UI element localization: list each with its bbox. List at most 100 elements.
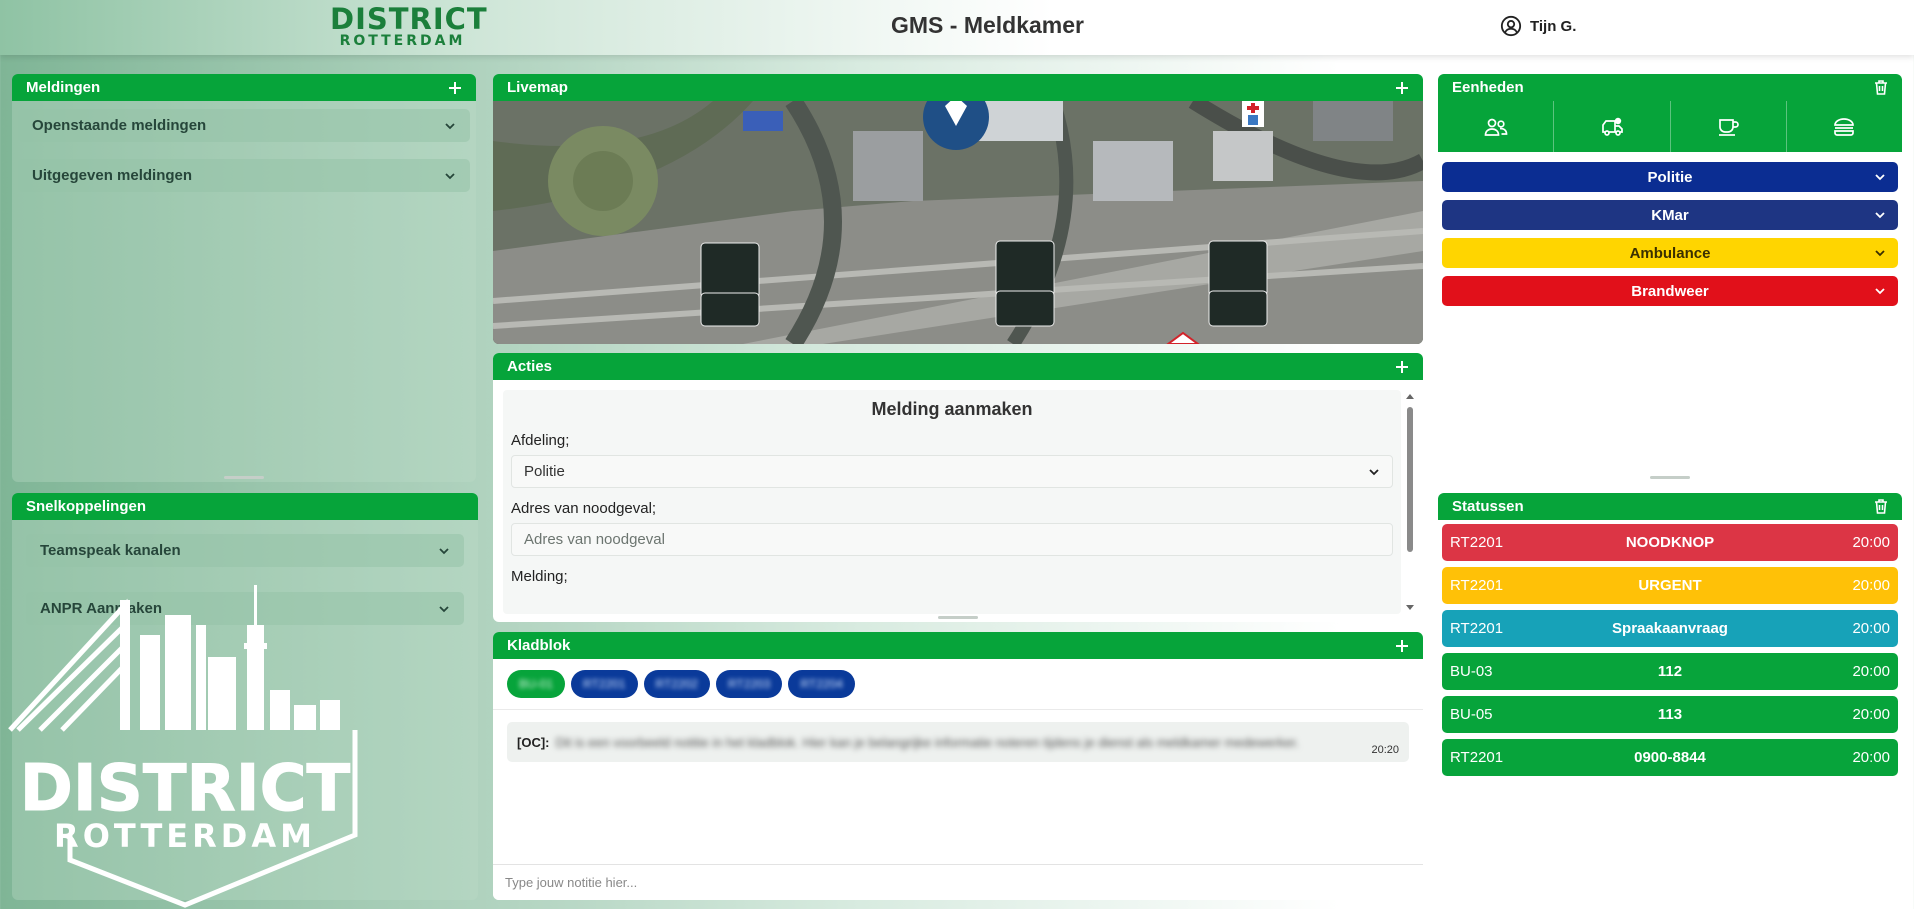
tab-burger[interactable] [1787, 101, 1902, 152]
status-row[interactable]: BU-03 112 20:00 [1442, 653, 1898, 690]
accordion-label: Uitgegeven meldingen [32, 167, 193, 184]
status-code: RT2201 [1450, 577, 1504, 594]
chevron-down-icon [445, 172, 455, 179]
resize-handle[interactable] [938, 616, 978, 619]
acties-panel: Acties Melding aanmaken Afdeling; Politi… [493, 353, 1423, 622]
unit-bar-ambulance[interactable]: Ambulance [1442, 238, 1898, 268]
chevron-down-icon [1369, 468, 1379, 475]
satellite-map-image [493, 101, 1423, 344]
chevron-down-icon [439, 547, 449, 554]
adres-input[interactable]: Adres van noodgeval [511, 523, 1393, 556]
snelkoppelingen-header: Snelkoppelingen [12, 493, 478, 520]
note-text: Dit is een voorbeeld notitie in het klad… [555, 734, 1300, 750]
tab-coffee[interactable] [1671, 101, 1787, 152]
status-code: BU-03 [1450, 663, 1493, 680]
status-row[interactable]: RT2201 NOODKNOP 20:00 [1442, 524, 1898, 561]
status-time: 20:00 [1852, 706, 1890, 723]
accordion-label: Teamspeak kanalen [40, 542, 181, 559]
unit-bar-politie[interactable]: Politie [1442, 162, 1898, 192]
melding-aanmaken-form: Melding aanmaken Afdeling; Politie Adres… [503, 390, 1401, 614]
top-header: DISTRICT ROTTERDAM GMS - Meldkamer Tijn … [0, 0, 1914, 55]
status-row[interactable]: RT2201 Spraakaanvraag 20:00 [1442, 610, 1898, 647]
afdeling-select[interactable]: Politie [511, 455, 1393, 488]
note-input[interactable]: Type jouw notitie hier... [493, 864, 1423, 900]
page-title: GMS - Meldkamer [891, 12, 1084, 38]
status-time: 20:00 [1852, 620, 1890, 637]
chevron-down-icon [439, 605, 449, 612]
user-circle-icon [1500, 15, 1522, 37]
eenheden-title: Eenheden [1452, 79, 1524, 96]
scrollbar-thumb[interactable] [1407, 407, 1413, 552]
adres-placeholder: Adres van noodgeval [524, 531, 665, 548]
add-actie-button[interactable] [1393, 358, 1411, 376]
note-input-placeholder: Type jouw notitie hier... [505, 875, 638, 890]
unit-chip[interactable]: RT2201 [571, 670, 638, 698]
unit-label: Ambulance [1629, 244, 1711, 262]
unit-chip[interactable]: RT2202 [643, 670, 710, 698]
unit-label: KMar [1651, 206, 1689, 224]
tab-users[interactable] [1438, 101, 1555, 152]
kladblok-title: Kladblok [507, 637, 571, 654]
coffee-icon [1719, 118, 1739, 136]
status-message: 113 [1657, 706, 1683, 723]
unit-list: Politie KMar Ambulance Brandweer [1438, 162, 1902, 306]
status-row[interactable]: RT2201 URGENT 20:00 [1442, 567, 1898, 604]
status-list: RT2201 NOODKNOP 20:00 RT2201 URGENT 20:0… [1438, 520, 1902, 900]
unit-chip[interactable]: RT2204 [788, 670, 855, 698]
kladblok-header: Kladblok [493, 632, 1423, 659]
unit-bar-kmar[interactable]: KMar [1442, 200, 1898, 230]
unit-chip[interactable]: BU-01 [507, 670, 566, 698]
unit-bar-brandweer[interactable]: Brandweer [1442, 276, 1898, 306]
plus-icon [449, 81, 461, 94]
melding-label: Melding; [511, 568, 568, 585]
ambulance-icon [1602, 117, 1623, 136]
user-menu[interactable]: Tijn G. [1500, 15, 1576, 37]
tab-ambulance[interactable] [1554, 101, 1671, 152]
add-livemap-button[interactable] [1393, 79, 1411, 97]
scroll-up-icon [1406, 394, 1414, 399]
chevron-down-icon [1875, 212, 1885, 219]
district-rotterdam-logo[interactable]: DISTRICT ROTTERDAM [330, 4, 487, 49]
trash-icon [1875, 499, 1887, 514]
acties-header: Acties [493, 353, 1423, 380]
statussen-title: Statussen [1452, 498, 1524, 515]
unit-chips: BU-01 RT2201 RT2202 RT2203 RT2204 [493, 659, 1423, 709]
watermark-line1: DISTRICT [20, 752, 351, 826]
meldingen-panel: Meldingen Openstaande meldingen Uitgegev… [12, 74, 476, 482]
statussen-panel: Statussen RT2201 NOODKNOP 20:00 RT2201 U… [1438, 493, 1902, 900]
unit-label: Brandweer [1631, 282, 1709, 300]
trash-icon [1875, 80, 1887, 95]
adres-label: Adres van noodgeval; [511, 500, 657, 517]
status-time: 20:00 [1852, 577, 1890, 594]
status-row[interactable]: RT2201 0900-8844 20:00 [1442, 739, 1898, 776]
divider [493, 709, 1423, 710]
logo-line2: ROTTERDAM [339, 33, 466, 49]
resize-handle[interactable] [224, 476, 264, 479]
livemap-view[interactable] [493, 101, 1423, 344]
add-melding-button[interactable] [446, 79, 464, 97]
acties-scrollbar[interactable] [1405, 392, 1415, 612]
clear-statussen-button[interactable] [1872, 498, 1890, 516]
accordion-teamspeak-kanalen[interactable]: Teamspeak kanalen [26, 534, 464, 567]
plus-icon [1396, 639, 1408, 652]
status-time: 20:00 [1852, 534, 1890, 551]
plus-icon [1396, 81, 1408, 94]
eenheden-tabs [1438, 101, 1902, 152]
chevron-down-icon [1875, 288, 1885, 295]
unit-chip[interactable]: RT2203 [715, 670, 783, 698]
kladblok-note: [OC]: Dit is een voorbeeld notitie in he… [507, 722, 1409, 762]
users-icon [1484, 118, 1507, 136]
accordion-openstaande-meldingen[interactable]: Openstaande meldingen [18, 109, 470, 142]
clear-eenheden-button[interactable] [1872, 79, 1890, 97]
chevron-down-icon [445, 122, 455, 129]
resize-handle[interactable] [1650, 476, 1690, 479]
status-message: Spraakaanvraag [1612, 620, 1728, 637]
add-kladblok-button[interactable] [1393, 637, 1411, 655]
plus-icon [1396, 360, 1408, 373]
meldingen-header: Meldingen [12, 74, 476, 101]
status-row[interactable]: BU-05 113 20:00 [1442, 696, 1898, 733]
accordion-uitgegeven-meldingen[interactable]: Uitgegeven meldingen [18, 159, 470, 192]
status-code: RT2201 [1450, 534, 1504, 551]
status-time: 20:00 [1852, 749, 1890, 766]
snelkoppelingen-title: Snelkoppelingen [26, 498, 147, 515]
